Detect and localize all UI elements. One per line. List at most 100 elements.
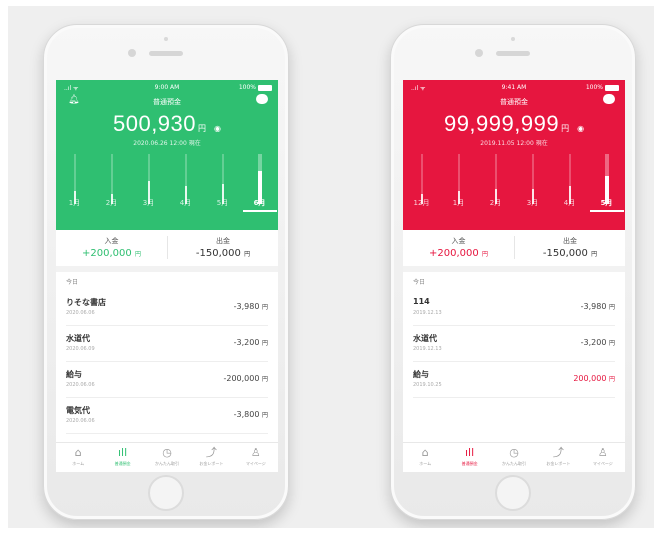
transaction-amount-value: -3,980 [580,302,607,311]
transaction-row[interactable]: 給与 2019.10.25 200,000 円 [413,362,615,398]
transaction-amount: -3,200 円 [234,338,268,347]
transaction-date: 2019.12.13 [413,310,442,316]
tab-item[interactable]: ♙ マイページ [581,446,625,467]
chart-bar[interactable] [568,154,571,204]
tab-item[interactable]: ⤴ お金レポート [189,446,233,467]
user-icon: ♙ [597,446,608,459]
transaction-name: 114 [413,297,430,306]
chart-bar[interactable] [604,154,609,204]
balance-timestamp: 2020.06.26 12:00 現在 [133,140,201,147]
chart-bar-fill [604,176,609,204]
earpiece-speaker [496,51,530,56]
tab-item[interactable]: ⌂ ホーム [56,446,100,467]
report-icon: ⤴ [552,446,564,459]
chat-icon[interactable] [256,94,268,104]
tab-item[interactable]: ıll 普通預金 [101,446,145,467]
withdrawal-currency: 円 [244,251,251,258]
eye-icon[interactable]: ◉ [577,124,584,133]
transaction-amount-value: -3,200 [233,338,260,347]
chart-bar-fill [257,171,262,204]
chart-bar-fill [457,191,460,204]
section-header-today: 今日 [413,279,426,286]
tab-item[interactable]: ıll 普通預金 [448,446,492,467]
transaction-row[interactable]: 水道代 2020.06.09 -3,200 円 [66,326,268,362]
deposit-label: 入金 [104,237,119,245]
transaction-currency: 円 [608,376,615,383]
withdrawal-summary: 出金 -150,000 円 [167,236,278,259]
chart-bar[interactable] [257,154,262,204]
chart-bar-fill [568,186,571,204]
chart-bar[interactable] [184,154,187,204]
balance-amount: 500,930 [112,111,197,136]
tab-label: お金レポート [199,461,224,466]
home-button[interactable] [148,475,184,511]
transaction-amount: 200,000 円 [573,374,615,383]
tab-label: ホーム [72,461,85,466]
account-title: 普通預金 [153,98,181,106]
tab-bar: ⌂ ホーム ıll 普通預金 ◷ かんたん取引 ⤴ お金レポート ♙ マイページ [403,442,625,472]
deposit-summary: 入金 +200,000 円 [403,236,514,259]
phone-green: ..ıl ᯤ 9:00 AM 100% 🔔︎ 普通預金 500,930 円 ◉ 20… [43,24,289,520]
tab-label: 普通預金 [114,461,131,466]
monthly-bar-chart[interactable]: 12月1月2月3月4月5月 [403,154,625,212]
transaction-currency: 円 [608,304,615,311]
app-screen: ..ıl ᯤ 9:00 AM 100% 🔔︎ 普通預金 500,930 円 ◉ 20… [56,80,278,472]
transaction-amount-value: 200,000 [573,374,607,383]
chart-bar[interactable] [110,154,113,204]
withdrawal-label: 出金 [216,237,230,245]
transaction-date: 2020.06.06 [66,418,95,424]
tab-item[interactable]: ◷ かんたん取引 [492,446,536,467]
chart-bar[interactable] [73,154,76,204]
chart-bar-fill [221,184,224,204]
tab-item[interactable]: ⌂ ホーム [403,446,447,467]
transaction-row[interactable]: 水道代 2019.12.13 -3,200 円 [413,326,615,362]
phone-red: ..ıl ᯤ 9:41 AM 100% 普通預金 99,999,999 円 ◉ 20… [390,24,636,520]
selected-month-indicator [589,210,624,212]
transaction-row[interactable]: 電気代 2020.06.06 -3,800 円 [66,398,268,434]
tab-item[interactable]: ◷ かんたん取引 [145,446,189,467]
withdrawal-label: 出金 [563,237,577,245]
eye-icon[interactable]: ◉ [214,124,221,133]
transfer-icon: ◷ [509,446,519,459]
in-out-summary: 入金 +200,000 円 出金 -150,000 円 [56,230,278,272]
transaction-row[interactable]: 給与 2020.06.06 -200,000 円 [66,362,268,398]
chart-bar[interactable] [147,154,150,204]
chat-icon[interactable] [603,94,615,104]
transaction-currency: 円 [261,340,268,347]
transaction-currency: 円 [261,376,268,383]
transaction-amount: -200,000 円 [223,374,268,383]
front-camera [128,49,136,57]
deposit-summary: 入金 +200,000 円 [56,236,167,259]
earpiece-speaker [149,51,183,56]
chart-bar[interactable] [457,154,460,204]
tab-label: ホーム [419,461,432,466]
tab-label: マイページ [245,461,266,466]
tab-item[interactable]: ⤴ お金レポート [536,446,580,467]
chart-bar[interactable] [221,154,224,204]
balance-header: ..ıl ᯤ 9:41 AM 100% 普通預金 99,999,999 円 ◉ 20… [403,80,625,230]
transaction-row[interactable]: りそな書店 2020.06.06 -3,980 円 [66,290,268,326]
user-icon: ♙ [250,446,261,459]
battery-percent: 100% [238,84,256,91]
chart-bar-fill [420,194,423,204]
transaction-name: 給与 [413,370,429,379]
transaction-row[interactable]: 114 2019.12.13 -3,980 円 [413,290,615,326]
transaction-date: 2019.10.25 [413,382,442,388]
chart-bar[interactable] [531,154,534,204]
status-bar: ..ıl ᯤ 9:41 AM 100% [403,83,625,93]
transaction-amount-value: -200,000 [223,374,260,383]
battery-icon [258,85,272,91]
chart-bar[interactable] [420,154,423,204]
transaction-name: 水道代 [413,334,437,343]
chart-bar[interactable] [494,154,497,204]
tab-label: かんたん取引 [155,461,179,466]
tab-item[interactable]: ♙ マイページ [234,446,278,467]
in-out-summary: 入金 +200,000 円 出金 -150,000 円 [403,230,625,272]
bar-chart-icon: ıll [465,446,475,459]
balance-currency: 円 [198,124,207,133]
home-button[interactable] [495,475,531,511]
monthly-bar-chart[interactable]: 1月2月3月4月5月6月 [56,154,278,212]
home-icon: ⌂ [74,446,82,459]
transaction-currency: 円 [261,304,268,311]
transfer-icon: ◷ [162,446,172,459]
